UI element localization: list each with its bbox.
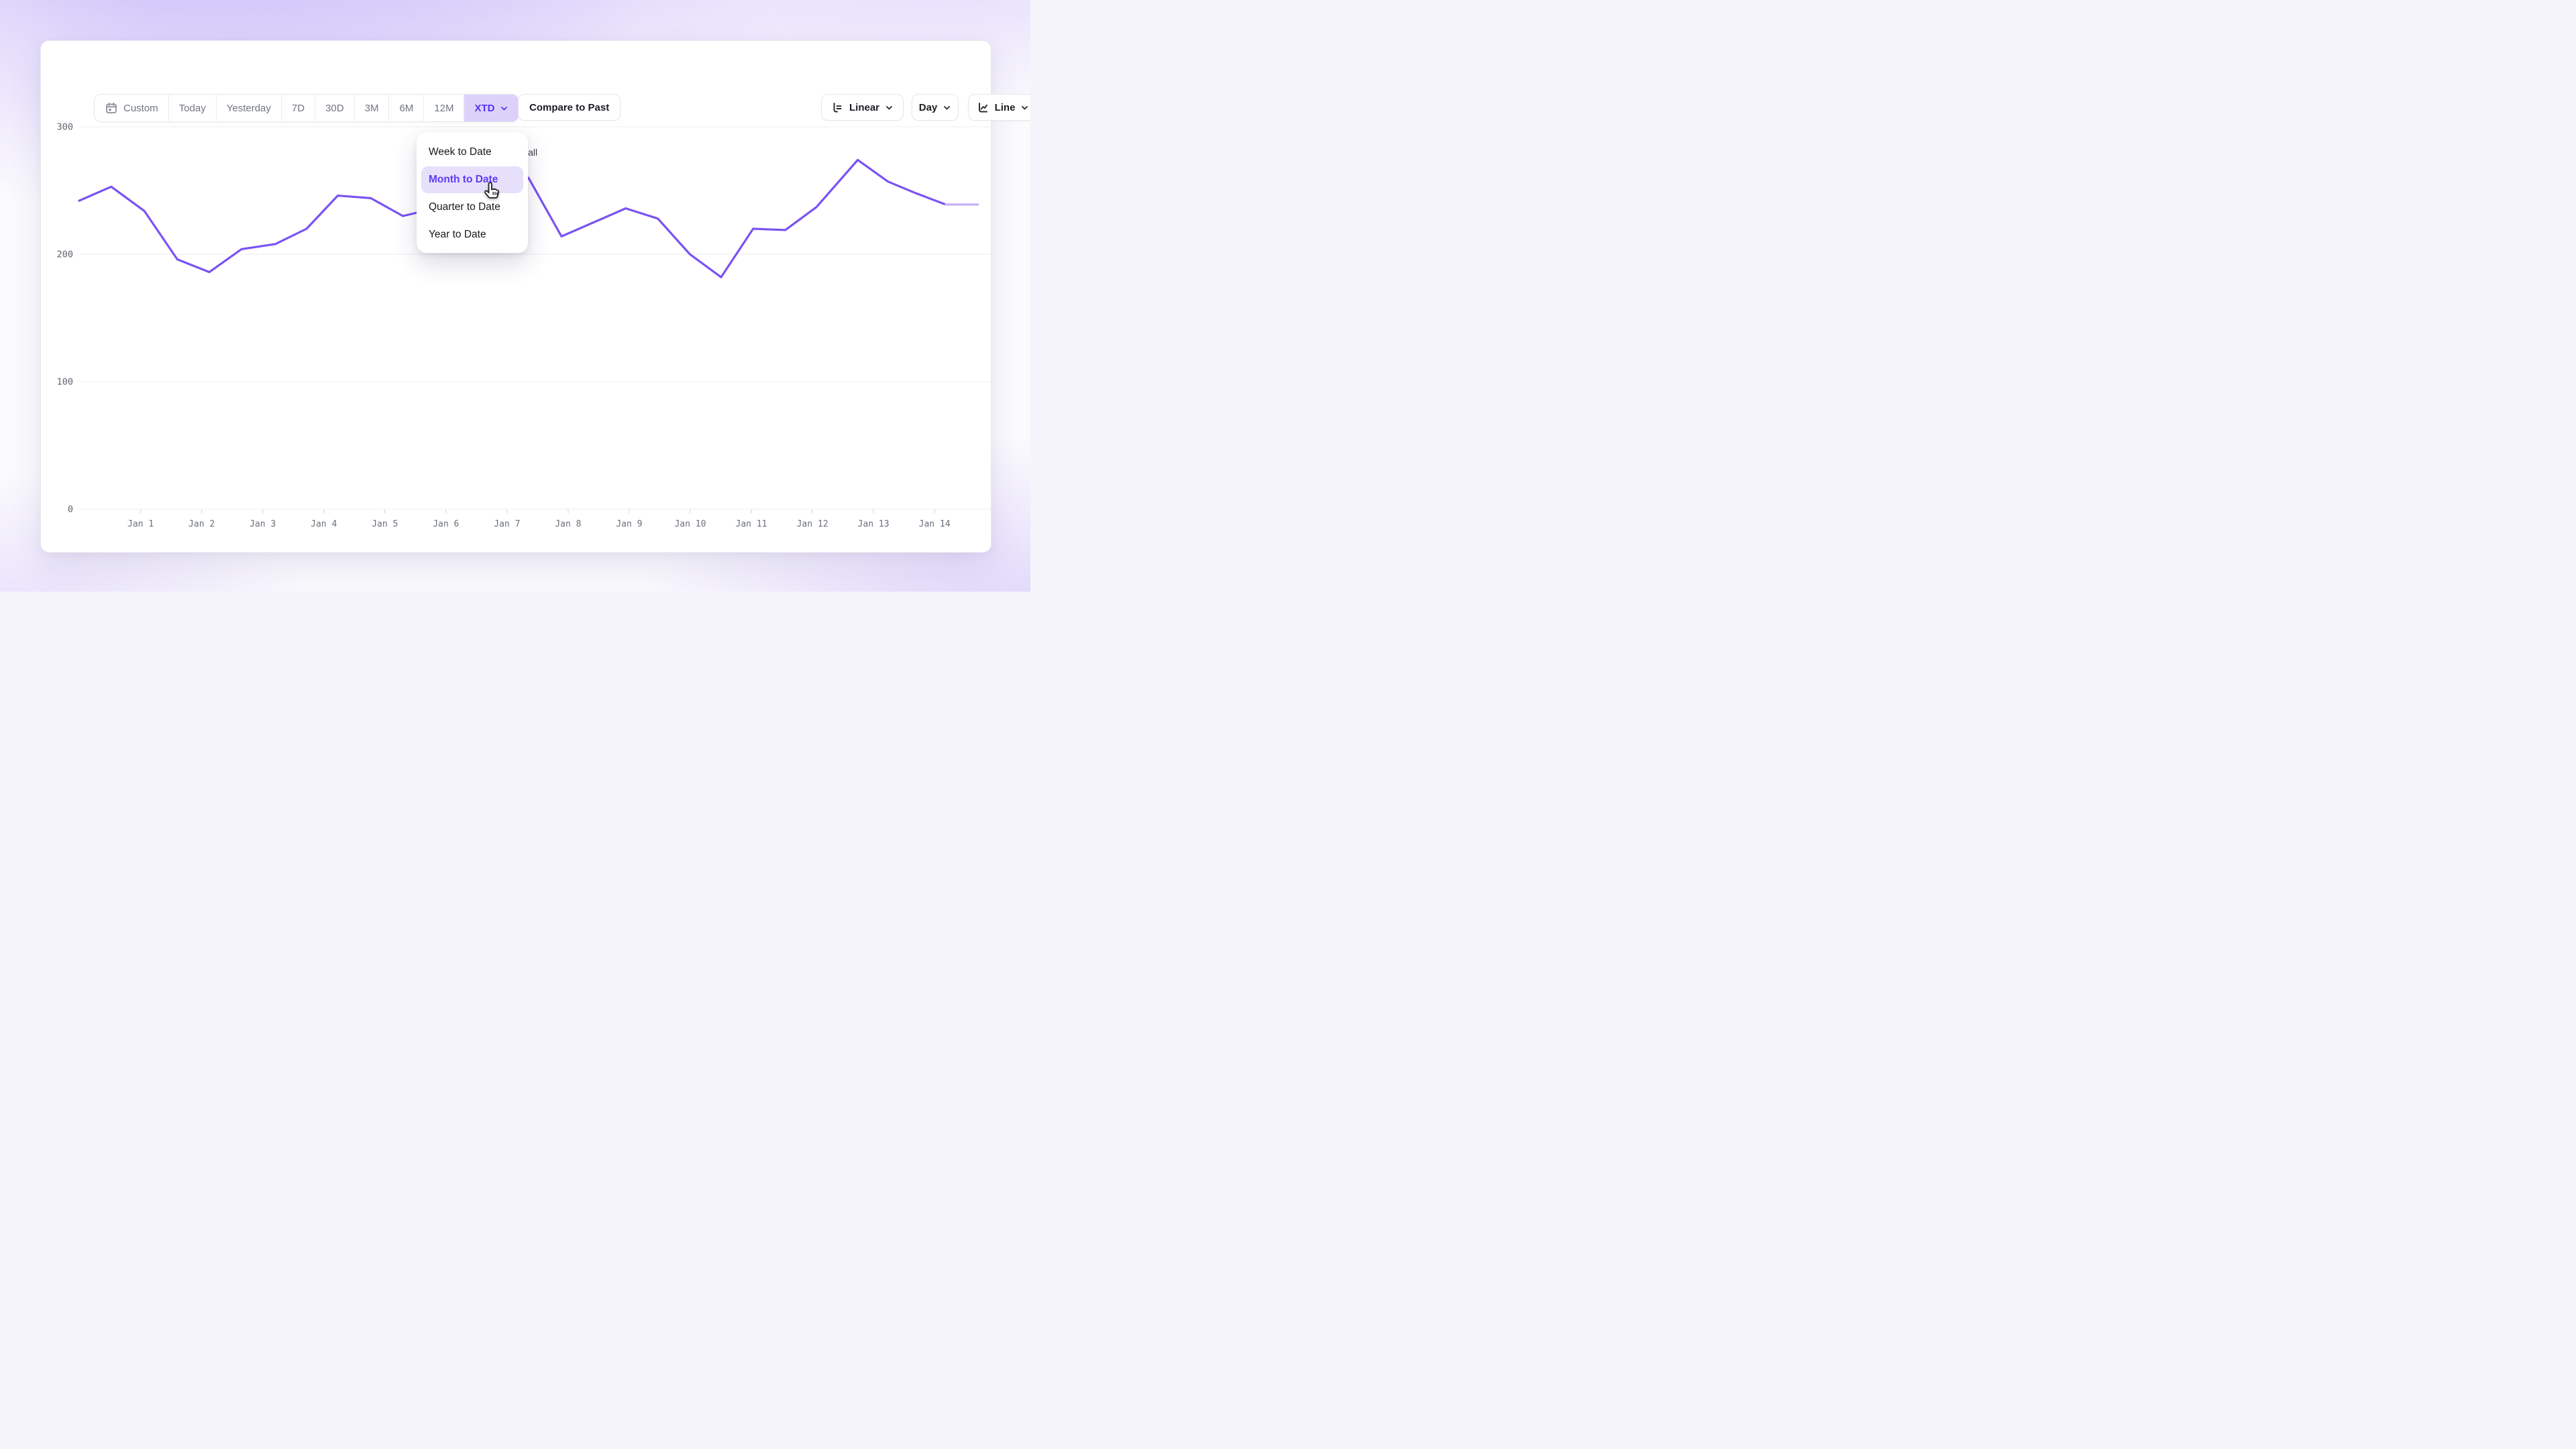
page-background: 0 100 200 300 Jan 1 Jan 2 Jan 3 Jan 4 Jan 5 Jan 6…: [0, 0, 1030, 592]
chevron-down-icon: [1020, 103, 1029, 112]
calendar-icon: [105, 101, 118, 115]
x-axis-tick-label: Jan 3: [250, 519, 276, 529]
preset-xtd[interactable]: XTD: [464, 95, 519, 121]
preset-12m[interactable]: 12M: [424, 95, 464, 121]
x-axis-tick-label: Jan 11: [736, 519, 767, 529]
preset-today[interactable]: Today: [169, 95, 217, 121]
date-range-preset-group: Custom Today Yesterday 7D 30D 3M 6M 12M …: [94, 94, 519, 122]
preset-label: Custom: [123, 103, 158, 114]
chevron-down-icon: [943, 103, 951, 112]
y-axis-tick-label: 0: [68, 504, 73, 515]
preset-custom[interactable]: Custom: [95, 95, 169, 121]
axis-scale-icon: [831, 101, 844, 114]
x-axis-tick-label: Jan 9: [616, 519, 642, 529]
y-axis-tick-label: 200: [57, 250, 73, 260]
x-axis-tick-label: Jan 10: [674, 519, 706, 529]
x-axis-tick-label: Jan 5: [372, 519, 398, 529]
granularity-select-button[interactable]: Day: [912, 94, 959, 121]
x-axis-tick-label: Jan 12: [797, 519, 828, 529]
y-axis-tick-label: 100: [57, 377, 73, 388]
xtd-dropdown-menu: Week to Date Month to Date Quarter to Da…: [417, 132, 528, 253]
x-axis-tick-label: Jan 1: [127, 519, 154, 529]
x-axis-tick-label: Jan 14: [919, 519, 951, 529]
compare-to-past-button[interactable]: Compare to Past: [518, 94, 621, 121]
menu-item-week-to-date[interactable]: Week to Date: [421, 139, 523, 166]
line-chart-icon: [977, 101, 989, 114]
x-axis-tick-label: Jan 8: [555, 519, 581, 529]
x-axis-tick-label: Jan 6: [433, 519, 459, 529]
chevron-down-icon: [500, 104, 508, 113]
chart-card: 0 100 200 300 Jan 1 Jan 2 Jan 3 Jan 4 Jan 5 Jan 6…: [40, 40, 991, 553]
preset-yesterday[interactable]: Yesterday: [217, 95, 282, 121]
menu-item-quarter-to-date[interactable]: Quarter to Date: [421, 194, 523, 221]
x-axis-tick-label: Jan 4: [311, 519, 337, 529]
preset-7d[interactable]: 7D: [282, 95, 315, 121]
x-axis-tick-label: Jan 13: [858, 519, 890, 529]
menu-item-year-to-date[interactable]: Year to Date: [421, 221, 523, 248]
x-axis-tick-label: Jan 2: [189, 519, 215, 529]
preset-30d[interactable]: 30D: [315, 95, 355, 121]
scale-select-button[interactable]: Linear: [821, 94, 904, 121]
y-axis-tick-label: 300: [57, 122, 73, 133]
chevron-down-icon: [885, 103, 894, 112]
preset-6m[interactable]: 6M: [389, 95, 424, 121]
menu-item-month-to-date[interactable]: Month to Date: [421, 166, 523, 193]
x-axis-tick-label: Jan 7: [494, 519, 520, 529]
chart-type-select-button[interactable]: Line: [968, 94, 1030, 121]
preset-3m[interactable]: 3M: [355, 95, 390, 121]
